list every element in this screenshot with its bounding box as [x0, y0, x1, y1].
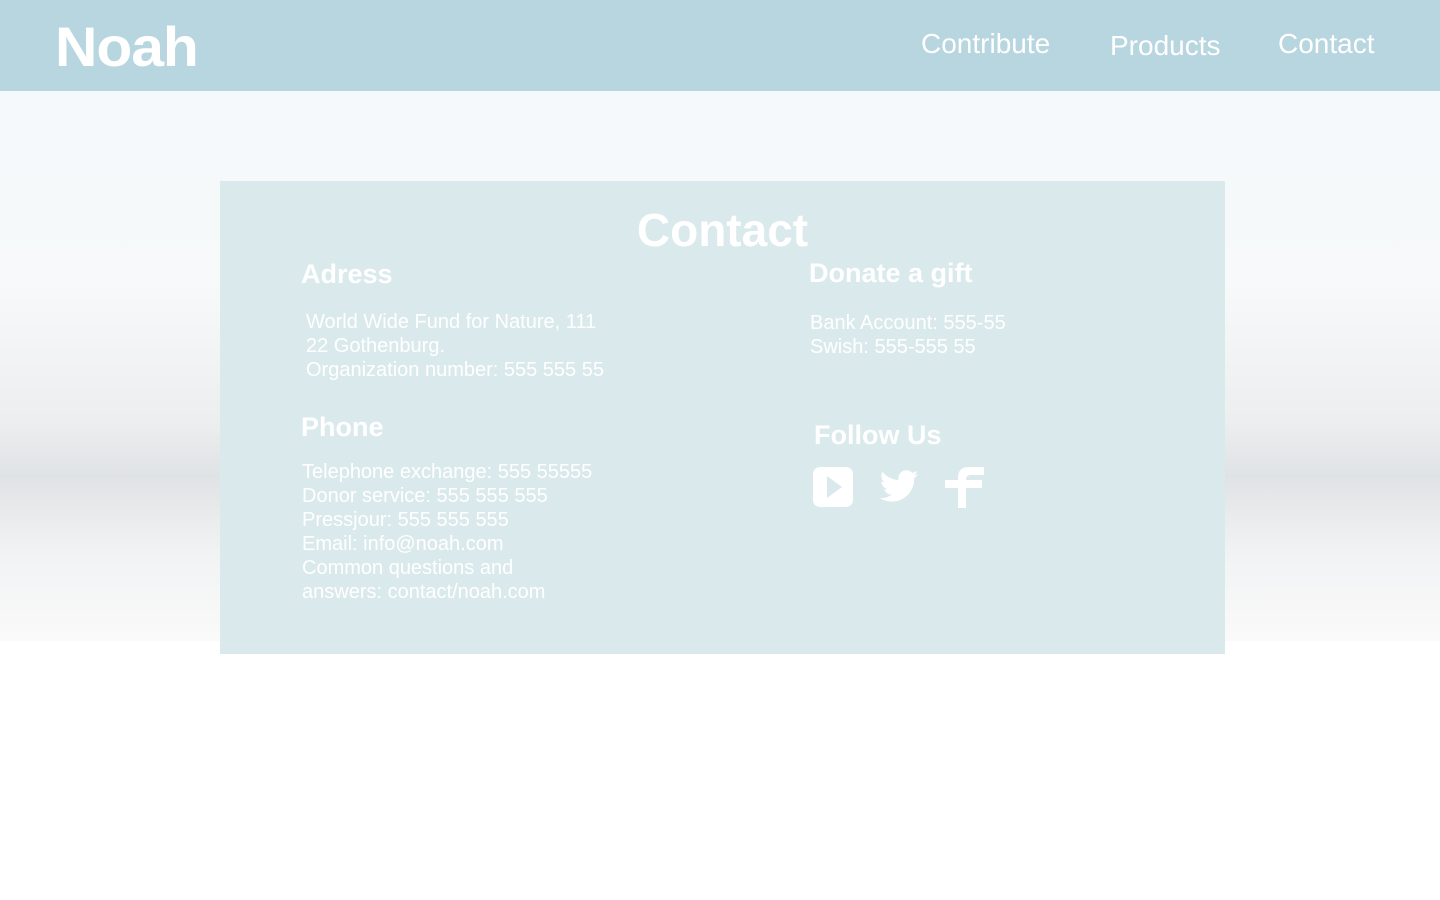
- phone-line: Telephone exchange: 555 55555: [302, 461, 593, 483]
- facebook-icon[interactable]: [944, 466, 986, 508]
- phone-line: Donor service: 555 555 555: [302, 485, 548, 507]
- address-line: World Wide Fund for Nature, 111: [306, 311, 597, 333]
- faq-link[interactable]: answers: contact/noah.com: [302, 581, 545, 603]
- twitter-icon[interactable]: [878, 466, 920, 508]
- donate-text: Bank Account: 555-55 Swish: 555-555 55: [810, 311, 1006, 359]
- nav-contribute[interactable]: Contribute: [921, 28, 1050, 60]
- address-line: Organization number: 555 555 55: [306, 359, 604, 381]
- site-header: Noah Contribute Products Contact: [0, 0, 1440, 91]
- logo[interactable]: Noah: [55, 14, 199, 79]
- youtube-icon[interactable]: [812, 466, 854, 508]
- phone-line: Common questions and: [302, 557, 514, 579]
- address-text: World Wide Fund for Nature, 111 22 Gothe…: [306, 310, 604, 382]
- social-icons: [812, 466, 986, 508]
- phone-line: Pressjour: 555 555 555: [302, 509, 509, 531]
- phone-text: Telephone exchange: 555 55555 Donor serv…: [302, 460, 592, 604]
- address-heading: Adress: [301, 259, 393, 289]
- donate-heading: Donate a gift: [809, 258, 973, 288]
- email-link[interactable]: Email: info@noah.com: [302, 533, 504, 555]
- donate-line: Bank Account: 555-55: [810, 312, 1006, 334]
- phone-heading: Phone: [301, 412, 384, 442]
- contact-card: Contact Adress World Wide Fund for Natur…: [220, 181, 1225, 654]
- nav-contact[interactable]: Contact: [1278, 28, 1375, 60]
- address-line: 22 Gothenburg.: [306, 335, 445, 357]
- page-title: Contact: [636, 204, 809, 256]
- follow-heading: Follow Us: [814, 420, 942, 450]
- donate-line: Swish: 555-555 55: [810, 336, 976, 358]
- nav-products[interactable]: Products: [1110, 30, 1221, 62]
